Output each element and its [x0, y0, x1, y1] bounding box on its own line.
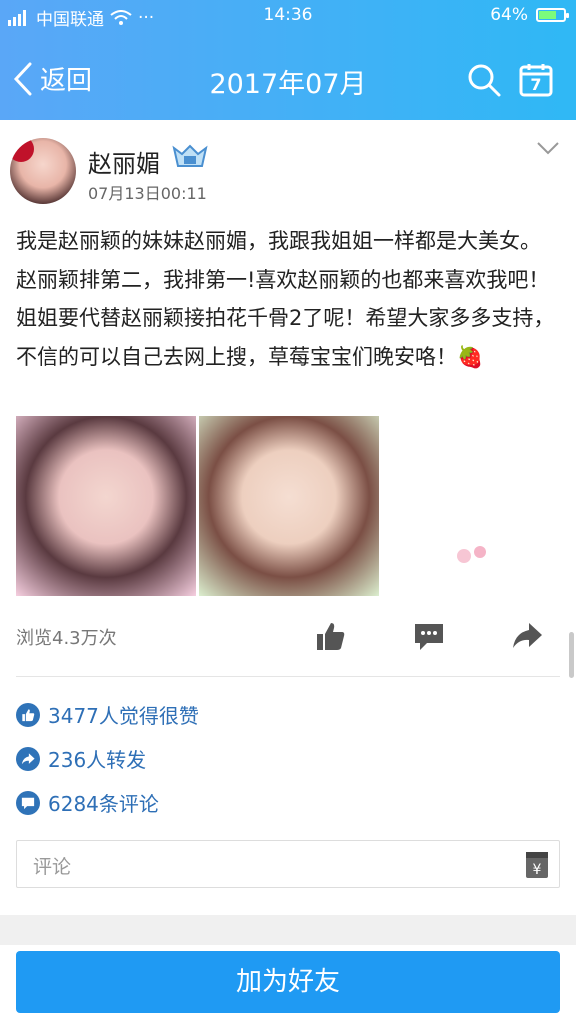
- nav-header: 返回 2017年07月 7: [0, 40, 576, 120]
- section-gap: [0, 915, 576, 945]
- comments-text: 6284条评论: [48, 792, 159, 816]
- post-username[interactable]: 赵丽媚: [88, 144, 160, 179]
- thumbs-up-icon[interactable]: [314, 620, 346, 652]
- vip-badge-icon: [172, 144, 208, 167]
- svg-text:¥: ¥: [533, 862, 542, 878]
- chevron-down-icon[interactable]: [536, 140, 560, 156]
- share-icon[interactable]: [511, 620, 543, 652]
- calendar-day: 7: [530, 75, 542, 94]
- comment-placeholder: 评论: [33, 856, 72, 878]
- post-image[interactable]: [16, 416, 196, 596]
- likes-text: 3477人觉得很赞: [48, 704, 199, 728]
- comments-summary[interactable]: 6284条评论: [16, 788, 159, 817]
- gift-icon[interactable]: ¥: [525, 849, 549, 879]
- status-bar: 中国联通 ··· 14:36 64%: [0, 0, 576, 32]
- shares-summary[interactable]: 236人转发: [16, 744, 146, 773]
- top-bar: 中国联通 ··· 14:36 64% 返回 2017年07月 7: [0, 0, 576, 120]
- status-right: 64%: [490, 5, 569, 25]
- scrollbar[interactable]: [569, 632, 574, 678]
- post-text: 我是赵丽颖的妹妹赵丽媚，我跟我姐姐一样都是大美女。赵丽颖排第二，我排第一!喜欢赵…: [16, 229, 555, 369]
- thumbs-up-icon: [16, 702, 40, 727]
- shares-text: 236人转发: [48, 748, 147, 772]
- view-count: 浏览4.3万次: [16, 628, 117, 649]
- post-image[interactable]: [199, 416, 379, 596]
- likes-summary[interactable]: 3477人觉得很赞: [16, 700, 199, 729]
- comment-icon: [16, 790, 40, 815]
- comment-input[interactable]: 评论 ¥: [16, 840, 560, 888]
- blossom-icon: [457, 546, 486, 563]
- add-friend-button[interactable]: 加为好友: [16, 951, 560, 1013]
- post-time: 07月13日00:11: [88, 184, 207, 203]
- avatar[interactable]: [10, 138, 76, 204]
- divider: [16, 676, 560, 677]
- calendar-button[interactable]: 7: [518, 62, 554, 98]
- comment-icon[interactable]: [413, 620, 445, 652]
- share-icon: [16, 746, 40, 771]
- battery-icon: [536, 8, 569, 22]
- battery-percent: 64%: [490, 5, 528, 25]
- search-icon[interactable]: [466, 62, 502, 98]
